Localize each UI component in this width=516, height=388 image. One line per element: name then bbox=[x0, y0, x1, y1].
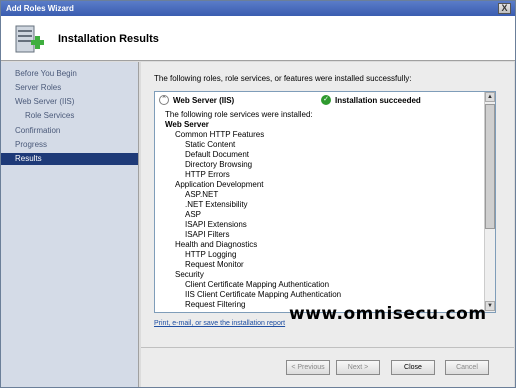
list-item: The following role services were install… bbox=[165, 110, 313, 119]
wizard-sidebar: Before You Begin Server Roles Web Server… bbox=[1, 62, 139, 387]
scroll-up-icon[interactable]: ▲ bbox=[485, 92, 495, 102]
sidebar-item-before-you-begin[interactable]: Before You Begin bbox=[1, 68, 138, 80]
role-name: Web Server (IIS) bbox=[173, 96, 235, 105]
page-title: Installation Results bbox=[58, 33, 159, 45]
print-report-link[interactable]: Print, e-mail, or save the installation … bbox=[154, 320, 285, 327]
next-button[interactable]: Next > bbox=[336, 360, 380, 375]
intro-text: The following roles, role services, or f… bbox=[154, 74, 412, 83]
scroll-thumb[interactable] bbox=[485, 104, 495, 229]
result-header: ⌃ Web Server (IIS) ✓ Installation succee… bbox=[159, 95, 479, 107]
wizard-footer: < Previous Next > Close Cancel bbox=[141, 347, 514, 387]
list-item: Request Monitor bbox=[185, 260, 244, 269]
list-item: IIS Client Certificate Mapping Authentic… bbox=[185, 290, 342, 299]
list-item: Application Development bbox=[175, 180, 264, 189]
title-bar[interactable]: Add Roles Wizard X bbox=[1, 1, 515, 16]
previous-button[interactable]: < Previous bbox=[286, 360, 330, 375]
add-roles-wizard-window: Add Roles Wizard X Installation Results … bbox=[0, 0, 516, 388]
close-icon[interactable]: X bbox=[498, 3, 511, 14]
success-check-icon: ✓ bbox=[321, 95, 331, 105]
sidebar-item-confirmation[interactable]: Confirmation bbox=[1, 125, 138, 137]
list-item: Common HTTP Features bbox=[175, 130, 265, 139]
results-scrollbar[interactable]: ▲ ▼ bbox=[484, 92, 495, 312]
list-item: ISAPI Extensions bbox=[185, 220, 247, 229]
list-item: Directory Browsing bbox=[185, 160, 253, 169]
list-item: Web Server bbox=[165, 120, 209, 129]
list-item: Default Document bbox=[185, 150, 250, 159]
sidebar-item-progress[interactable]: Progress bbox=[1, 139, 138, 151]
close-button[interactable]: Close bbox=[391, 360, 435, 375]
cancel-button[interactable]: Cancel bbox=[445, 360, 489, 375]
list-item: ISAPI Filters bbox=[185, 230, 230, 239]
sidebar-item-server-roles[interactable]: Server Roles bbox=[1, 82, 138, 94]
list-item: Client Certificate Mapping Authenticatio… bbox=[185, 280, 330, 289]
list-item: .NET Extensibility bbox=[185, 200, 248, 209]
list-item: Static Content bbox=[185, 140, 236, 149]
list-item: Security bbox=[175, 270, 204, 279]
install-status: Installation succeeded bbox=[335, 96, 421, 105]
sidebar-item-web-server[interactable]: Web Server (IIS) bbox=[1, 96, 138, 108]
watermark: www.omnisecu.com bbox=[289, 304, 487, 324]
wizard-header: Installation Results bbox=[1, 16, 515, 61]
collapse-icon[interactable]: ⌃ bbox=[159, 95, 169, 105]
list-item: ASP.NET bbox=[185, 190, 219, 199]
list-item: Health and Diagnostics bbox=[175, 240, 258, 249]
list-item: HTTP Logging bbox=[185, 250, 237, 259]
sidebar-item-results[interactable]: Results bbox=[1, 153, 138, 165]
list-item: HTTP Errors bbox=[185, 170, 230, 179]
list-item: ASP bbox=[185, 210, 202, 219]
results-list[interactable]: ⌃ Web Server (IIS) ✓ Installation succee… bbox=[154, 91, 496, 313]
server-roles-icon bbox=[13, 24, 47, 56]
window-title: Add Roles Wizard bbox=[6, 4, 74, 13]
sidebar-item-role-services[interactable]: Role Services bbox=[1, 110, 138, 122]
